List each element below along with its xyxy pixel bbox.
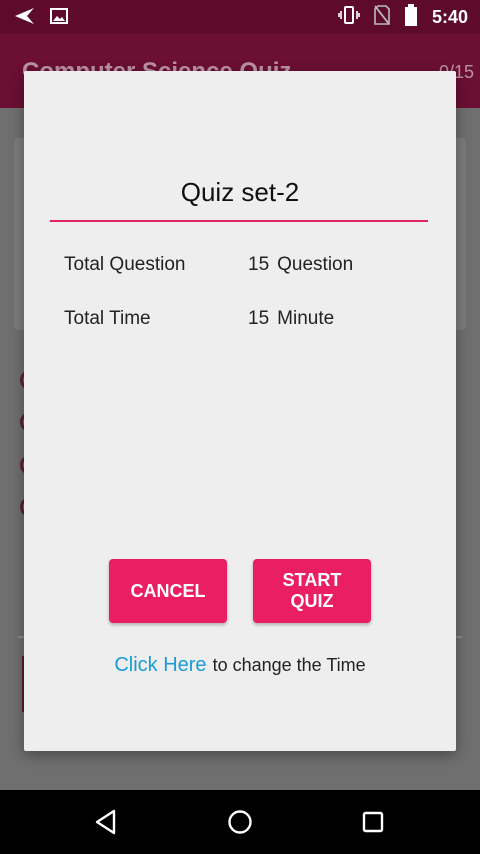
total-question-value: 15 [248,254,270,275]
quiz-info-dialog: Quiz set-2 Total Question 15 Question Tot… [24,71,456,751]
navigation-bar [0,790,480,854]
status-bar: 5:40 [0,0,480,34]
status-right-icons: 5:40 [338,4,468,31]
battery-icon [404,4,418,31]
start-quiz-button[interactable]: START QUIZ [253,559,371,623]
total-question-label: Total Question [64,254,186,275]
nav-back-button[interactable] [90,806,122,838]
total-time-row: Total Time 15 Minute [64,308,334,330]
change-time-line: Click Here to change the Time [24,654,456,677]
status-time: 5:40 [431,7,468,27]
nav-recents-button[interactable] [357,806,389,838]
home-circle-icon [228,810,252,834]
total-time-value-group: 15 Minute [248,308,334,330]
no-sim-icon [374,5,390,30]
click-here-link[interactable]: Click Here [114,654,206,676]
dialog-title: Quiz set-2 [180,177,300,207]
total-question-unit: Question [277,254,354,275]
change-time-text: to change the Time [212,655,366,675]
total-question-row: Total Question 15 Question [64,254,353,276]
back-arrow-icon [12,6,36,31]
status-left-icons [12,6,68,31]
image-icon [50,8,68,29]
total-time-label: Total Time [64,308,151,329]
cancel-button[interactable]: CANCEL [109,559,227,623]
title-divider [50,220,428,222]
back-triangle-icon [95,809,116,835]
nav-home-button[interactable] [224,806,256,838]
total-time-unit: Minute [277,308,335,329]
total-time-value: 15 [248,308,270,329]
recents-square-icon [362,811,384,833]
vibrate-icon [338,5,360,30]
total-question-value-group: 15 Question [248,254,353,276]
